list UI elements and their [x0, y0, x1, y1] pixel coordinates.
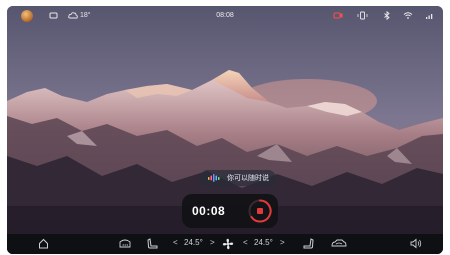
- driver-temp-label: 24.5°: [184, 238, 203, 247]
- voice-prompt-text: 你可以随时说: [227, 175, 269, 182]
- volume-icon: [410, 238, 422, 249]
- wifi-status[interactable]: [403, 11, 413, 20]
- seat-icon: [147, 238, 158, 249]
- stop-icon: [257, 208, 263, 214]
- driver-temp-increase[interactable]: >: [210, 238, 215, 247]
- home-icon: [39, 238, 48, 249]
- fan-icon: [222, 238, 234, 250]
- passenger-seat-heat-button[interactable]: [303, 238, 314, 250]
- fan-button[interactable]: [222, 238, 234, 250]
- volume-button[interactable]: [410, 238, 422, 249]
- bluetooth-status[interactable]: [383, 11, 391, 20]
- signal-bars-icon: [426, 14, 433, 19]
- bottom-dock: < 24.5° > < 24.5° >: [7, 234, 443, 254]
- voice-wave-icon: [208, 174, 220, 182]
- car-screen: 18° 08:08 你可以随时说 00:08 < 24.5° > < 24.5°…: [7, 6, 443, 254]
- cellular-status[interactable]: [425, 11, 435, 20]
- air-circulation-button[interactable]: [331, 238, 347, 249]
- driver-temp-display: 24.5°: [184, 238, 203, 247]
- car-recirculation-icon: [331, 239, 347, 247]
- recording-card: 00:08: [182, 194, 278, 228]
- chevron-right-icon: >: [280, 238, 285, 247]
- rear-defrost-button[interactable]: [119, 238, 131, 249]
- driver-temp-decrease[interactable]: <: [173, 238, 178, 247]
- status-bar: 18° 08:08: [7, 6, 443, 26]
- stop-recording-button[interactable]: [248, 199, 272, 223]
- seat-icon: [303, 238, 314, 249]
- rear-defrost-icon: [119, 239, 131, 248]
- wifi-icon: [403, 12, 413, 19]
- chevron-right-icon: >: [210, 238, 215, 247]
- recording-timer: 00:08: [192, 204, 226, 218]
- bluetooth-icon: [384, 11, 390, 20]
- vibrate-phone-icon: [357, 11, 368, 20]
- chevron-left-icon: <: [173, 238, 178, 247]
- camera-record-icon: [333, 12, 343, 19]
- passenger-temp-decrease[interactable]: <: [243, 238, 248, 247]
- passenger-temp-label: 24.5°: [254, 238, 273, 247]
- voice-assistant-prompt[interactable]: 你可以随时说: [200, 170, 276, 186]
- passenger-temp-display: 24.5°: [254, 238, 273, 247]
- recording-indicator[interactable]: [333, 11, 343, 20]
- clock: 08:08: [216, 12, 234, 19]
- driver-seat-heat-button[interactable]: [147, 238, 158, 250]
- passenger-temp-increase[interactable]: >: [280, 238, 285, 247]
- phone-status[interactable]: [357, 11, 368, 20]
- chevron-left-icon: <: [243, 238, 248, 247]
- home-button[interactable]: [38, 238, 49, 249]
